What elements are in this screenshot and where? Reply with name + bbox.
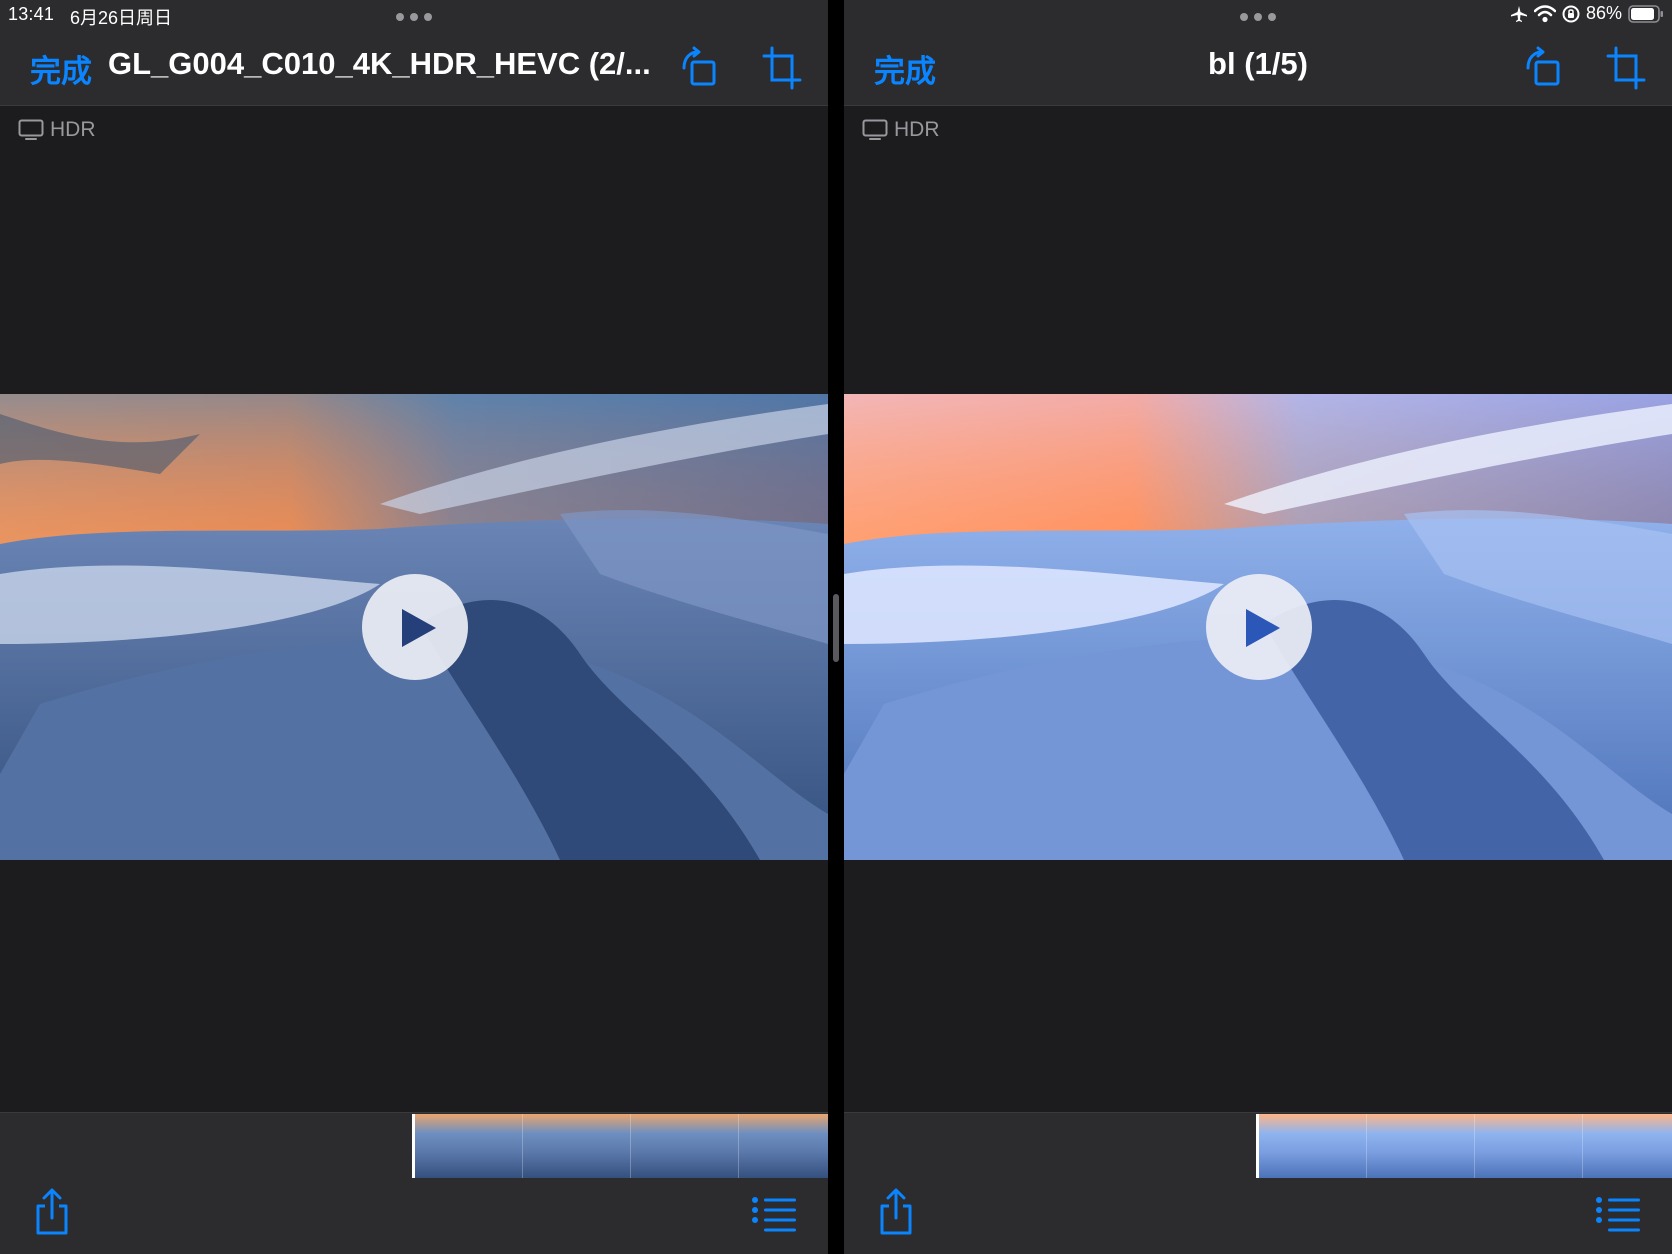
monitor-icon — [862, 119, 888, 140]
navigation-bar: 13:41 6月26日周日 完成 GL_G004_C010_4K_HDR_HEV… — [0, 0, 828, 106]
video-scrubber-filmstrip[interactable] — [1256, 1114, 1672, 1178]
filmstrip-frame — [523, 1114, 631, 1178]
navigation-bar: 86% 完成 bl (1/5) — [844, 0, 1672, 106]
battery-icon — [1628, 4, 1663, 23]
share-button[interactable] — [876, 1188, 916, 1236]
rotate-icon — [682, 46, 716, 86]
airplane-icon — [1510, 5, 1527, 22]
crop-icon — [1606, 46, 1646, 90]
play-button[interactable] — [362, 574, 468, 680]
hdr-badge: HDR — [862, 118, 940, 142]
battery-percentage: 86% — [1585, 3, 1622, 23]
filmstrip-frame — [1259, 1114, 1367, 1178]
split-view-divider[interactable] — [828, 0, 844, 1254]
left-pane: 13:41 6月26日周日 完成 GL_G004_C010_4K_HDR_HEV… — [0, 0, 828, 1254]
list-icon — [752, 1197, 796, 1232]
page-title: GL_G004_C010_4K_HDR_HEVC (2/... — [108, 46, 651, 81]
list-button[interactable] — [752, 1196, 796, 1232]
rotate-button[interactable] — [1524, 46, 1564, 90]
hdr-label: HDR — [50, 118, 96, 141]
filmstrip-frame — [415, 1114, 523, 1178]
filmstrip-frame — [631, 1114, 739, 1178]
filmstrip-frame — [1475, 1114, 1583, 1178]
share-icon — [880, 1188, 912, 1235]
status-icons: 86% — [1510, 3, 1664, 24]
hdr-badge: HDR — [18, 118, 96, 142]
play-icon — [402, 609, 436, 647]
rotate-button[interactable] — [680, 46, 720, 90]
right-pane: 86% 完成 bl (1/5) HDR — [844, 0, 1672, 1254]
rotate-icon — [1526, 46, 1560, 86]
orientation-lock-icon — [1562, 5, 1580, 22]
crop-icon — [762, 46, 802, 90]
list-icon — [1596, 1197, 1640, 1232]
wifi-icon — [1533, 4, 1556, 22]
done-button[interactable]: 完成 — [30, 46, 92, 91]
list-button[interactable] — [1596, 1196, 1640, 1232]
filmstrip-frame — [739, 1114, 828, 1178]
split-view-handle[interactable] — [833, 594, 839, 662]
crop-button[interactable] — [762, 46, 802, 90]
play-button[interactable] — [1206, 574, 1312, 680]
filmstrip-frame — [1583, 1114, 1672, 1178]
crop-button[interactable] — [1606, 46, 1646, 90]
multitasking-grabber[interactable] — [1240, 12, 1276, 22]
video-scrubber-filmstrip[interactable] — [412, 1114, 828, 1178]
share-icon — [36, 1188, 68, 1235]
status-date: 6月26日周日 — [70, 8, 173, 28]
filmstrip-frame — [1367, 1114, 1475, 1178]
multitasking-grabber[interactable] — [396, 12, 432, 22]
play-icon — [1246, 609, 1280, 647]
share-button[interactable] — [32, 1188, 72, 1236]
hdr-label: HDR — [894, 118, 940, 141]
status-time: 13:41 — [8, 4, 55, 24]
monitor-icon — [18, 119, 44, 140]
